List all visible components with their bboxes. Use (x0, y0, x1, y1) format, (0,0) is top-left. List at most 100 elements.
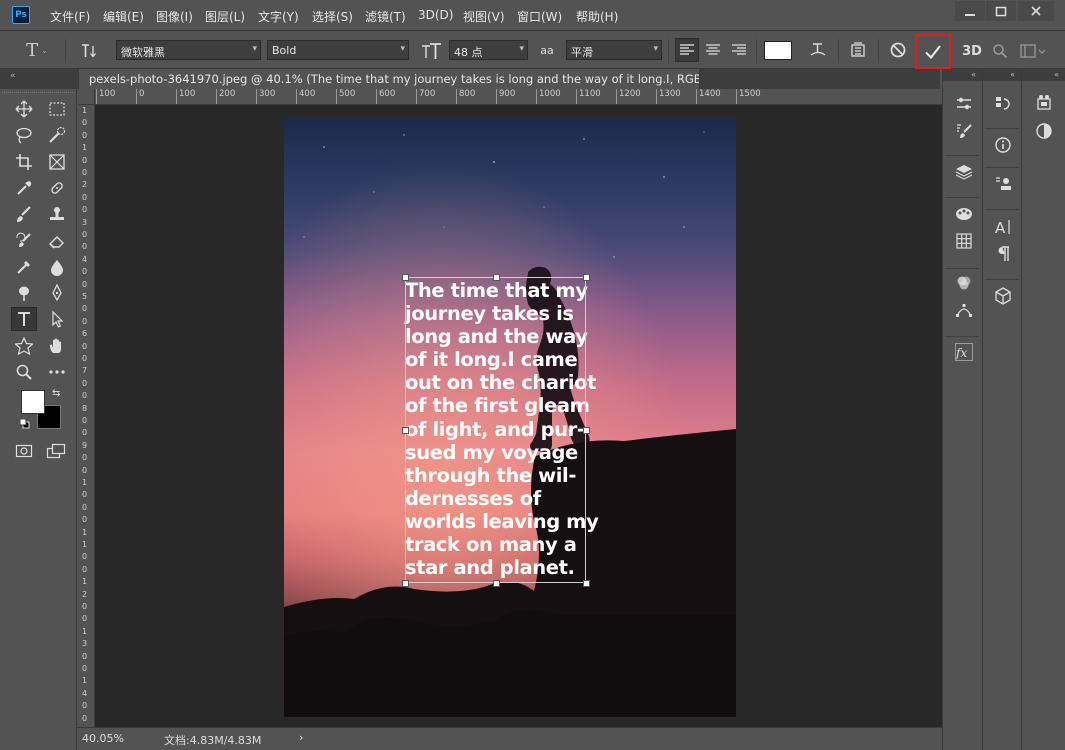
ruler-tick-label: 1 (82, 577, 88, 587)
canvas-area[interactable]: The time that my journey takes is long and… (95, 105, 942, 727)
ruler-tick-label: 1 (82, 540, 88, 549)
minimize-icon (965, 14, 975, 16)
history-panel-button[interactable] (990, 92, 1016, 116)
default-colors-icon[interactable] (20, 419, 30, 429)
channels-panel-button[interactable] (951, 271, 977, 295)
cancel-edits-button[interactable] (886, 38, 910, 62)
shape-tool-button[interactable] (11, 334, 37, 358)
align-right-button[interactable] (727, 38, 751, 62)
color-wheel-panel-button[interactable] (1031, 119, 1057, 143)
maximize-button[interactable] (986, 1, 1016, 21)
zoom-level[interactable]: 40.05% (82, 732, 124, 745)
warp-text-button[interactable] (806, 38, 830, 62)
properties-panel-button[interactable] (990, 172, 1016, 196)
collapse-toolbar-icon[interactable]: « (10, 71, 16, 81)
menu-file[interactable]: 文件(F) (50, 8, 90, 25)
ruler-tick-label: 0 (82, 416, 88, 425)
menu-3d[interactable]: 3D(D) (418, 8, 453, 22)
stamp-tool-button[interactable] (44, 202, 70, 226)
path-select-tool-button[interactable] (44, 307, 70, 331)
foreground-color-swatch[interactable] (21, 390, 45, 414)
libraries-panel-button[interactable] (1031, 90, 1057, 114)
paragraph-panel-button[interactable] (990, 242, 1016, 266)
transform-handle-bottom[interactable] (493, 580, 500, 587)
commit-edits-button[interactable] (915, 34, 951, 69)
3d-cube-panel-button[interactable] (990, 284, 1016, 308)
anti-alias-select[interactable]: 平滑 ▾ (566, 40, 662, 60)
lasso-tool-button[interactable] (11, 123, 37, 147)
ruler-tick-label: 0 (82, 316, 88, 326)
text-orientation-button[interactable] (77, 39, 101, 63)
transform-handle-top-right[interactable] (583, 274, 590, 281)
ruler-tick-label: 200 (216, 89, 235, 104)
status-menu-arrow[interactable]: › (299, 731, 303, 744)
eyedropper-tool-button[interactable] (11, 176, 37, 200)
screen-mode-button[interactable] (43, 439, 69, 463)
info-panel-button[interactable] (990, 133, 1016, 157)
character-panel-button[interactable]: A (990, 215, 1016, 239)
character-paragraph-panels-button[interactable] (846, 38, 870, 62)
spot-heal-tool-button[interactable] (44, 176, 70, 200)
menu-window[interactable]: 窗口(W) (517, 8, 562, 25)
brush-settings-panel-button[interactable] (951, 119, 977, 143)
font-size-select[interactable]: 48 点 ▾ (449, 40, 528, 60)
workspace-button[interactable] (1018, 39, 1048, 63)
3d-mode-button[interactable]: 3D (960, 41, 984, 61)
document-tab[interactable]: pexels-photo-3641970.jpeg @ 40.1% (The t… (79, 69, 699, 89)
menu-select[interactable]: 选择(S) (312, 8, 353, 25)
transform-handle-right[interactable] (583, 427, 590, 434)
ruler-tick-label: 0 (82, 651, 88, 661)
layers-panel-button[interactable] (951, 160, 977, 184)
move-tool-button[interactable] (11, 97, 37, 121)
more-tools-button[interactable] (44, 360, 70, 384)
close-button[interactable] (1018, 1, 1054, 21)
transform-handle-bottom-left[interactable] (402, 580, 409, 587)
ruler-tick-label: 700 (416, 89, 435, 104)
zoom-tool-button[interactable] (11, 360, 37, 384)
align-left-button[interactable] (675, 38, 699, 62)
menu-edit[interactable]: 编辑(E) (103, 8, 144, 25)
adjustments-panel-button[interactable] (951, 92, 977, 116)
hand-tool-button[interactable] (44, 334, 70, 358)
transform-handle-bottom-right[interactable] (583, 580, 590, 587)
eraser-tool-button[interactable] (44, 229, 70, 253)
blur-tool-button[interactable] (44, 255, 70, 279)
ruler-tick-label: 0 (82, 378, 88, 388)
brush-tool-button[interactable] (11, 202, 37, 226)
transform-handle-top-left[interactable] (402, 274, 409, 281)
ruler-tick-label: 100 (176, 89, 195, 104)
marquee-tool-button[interactable] (44, 97, 70, 121)
menu-filter[interactable]: 滤镜(T) (365, 8, 406, 25)
paths-panel-button[interactable] (951, 298, 977, 322)
tool-preset-picker[interactable]: T ⌄ (22, 38, 52, 62)
gradient-tool-button[interactable] (11, 255, 37, 279)
align-center-button[interactable] (701, 38, 725, 62)
text-color-swatch[interactable] (764, 41, 792, 60)
dodge-tool-button[interactable] (11, 281, 37, 305)
transform-handle-top[interactable] (493, 274, 500, 281)
fx-panel-button[interactable]: fx (951, 340, 977, 364)
styles-panel-button[interactable] (951, 202, 977, 226)
quick-select-tool-button[interactable] (44, 123, 70, 147)
search-button[interactable] (989, 39, 1011, 63)
grid-panel-button[interactable] (951, 229, 977, 253)
minimize-button[interactable] (955, 1, 985, 21)
quick-mask-button[interactable] (11, 439, 37, 463)
pen-tool-button[interactable] (44, 281, 70, 305)
type-tool-button[interactable] (11, 307, 37, 332)
menu-image[interactable]: 图像(I) (156, 8, 193, 25)
font-family-select[interactable]: 微软雅黑 ▾ (116, 40, 261, 60)
transform-handle-left[interactable] (402, 427, 409, 434)
menu-help[interactable]: 帮助(H) (576, 8, 618, 25)
history-brush-tool-button[interactable] (11, 229, 37, 253)
grid-icon (956, 233, 972, 249)
menu-view[interactable]: 视图(V) (463, 8, 505, 25)
ruler-origin[interactable] (79, 89, 95, 105)
crop-tool-button[interactable] (11, 150, 37, 174)
text-bounding-box[interactable] (402, 274, 590, 587)
frame-tool-button[interactable] (44, 150, 70, 174)
menu-type[interactable]: 文字(Y) (258, 8, 299, 25)
menu-layer[interactable]: 图层(L) (205, 8, 245, 25)
font-style-select[interactable]: Bold ▾ (267, 40, 409, 60)
swap-colors-icon[interactable]: ⇆ (52, 388, 60, 399)
